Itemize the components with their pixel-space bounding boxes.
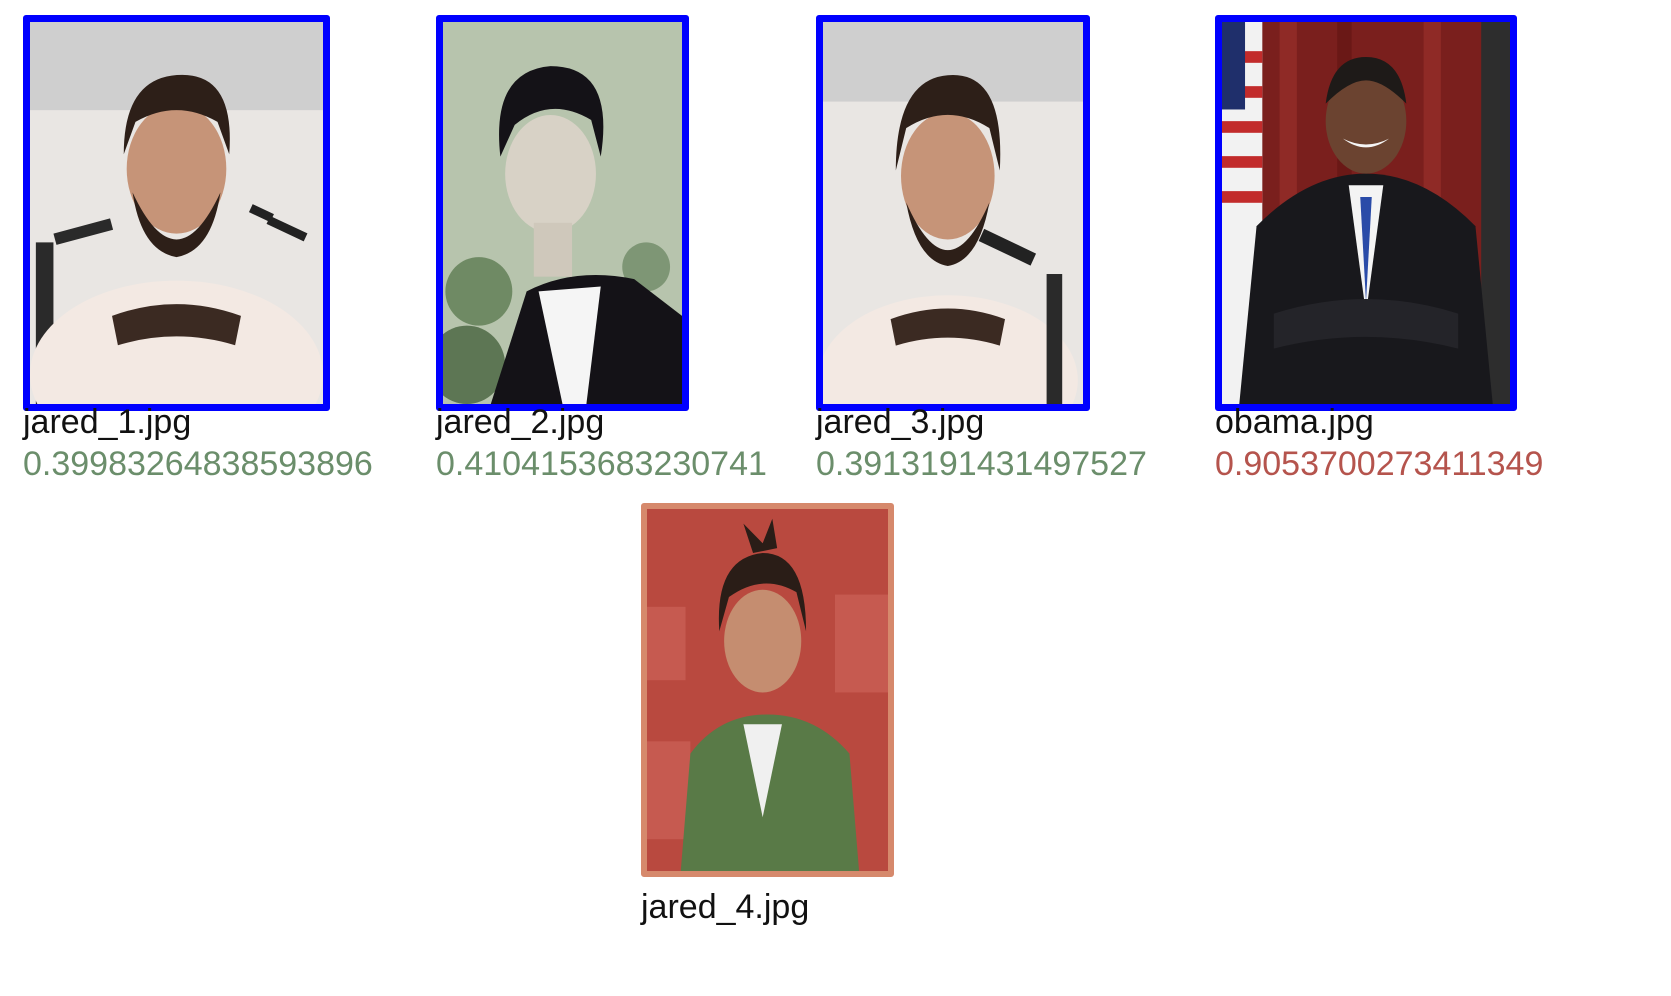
candidate-card-obama: obama.jpg 0.9053700273411349 [1215,15,1543,481]
candidate-photo-jared-3 [816,15,1090,411]
candidate-card-jared-2: jared_2.jpg 0.4104153683230741 [436,15,767,481]
candidate-photo-obama [1215,15,1517,411]
distance-score: 0.39983264838593896 [23,445,373,483]
candidate-filename: jared_3.jpg [816,403,985,441]
candidate-card-jared-3: jared_3.jpg 0.3913191431497527 [816,15,1147,481]
candidate-photo-jared-1 [23,15,330,411]
distance-score: 0.3913191431497527 [816,445,1147,483]
candidate-photo-jared-2 [436,15,689,411]
reference-photo [641,503,894,877]
candidate-card-jared-1: jared_1.jpg 0.39983264838593896 [23,15,373,481]
candidate-filename: jared_2.jpg [436,403,605,441]
candidate-filename: jared_1.jpg [23,403,192,441]
reference-filename: jared_4.jpg [641,888,810,926]
candidate-filename: obama.jpg [1215,403,1374,441]
reference-card: jared_4.jpg [641,503,894,924]
distance-score: 0.4104153683230741 [436,445,767,483]
distance-score: 0.9053700273411349 [1215,445,1544,483]
